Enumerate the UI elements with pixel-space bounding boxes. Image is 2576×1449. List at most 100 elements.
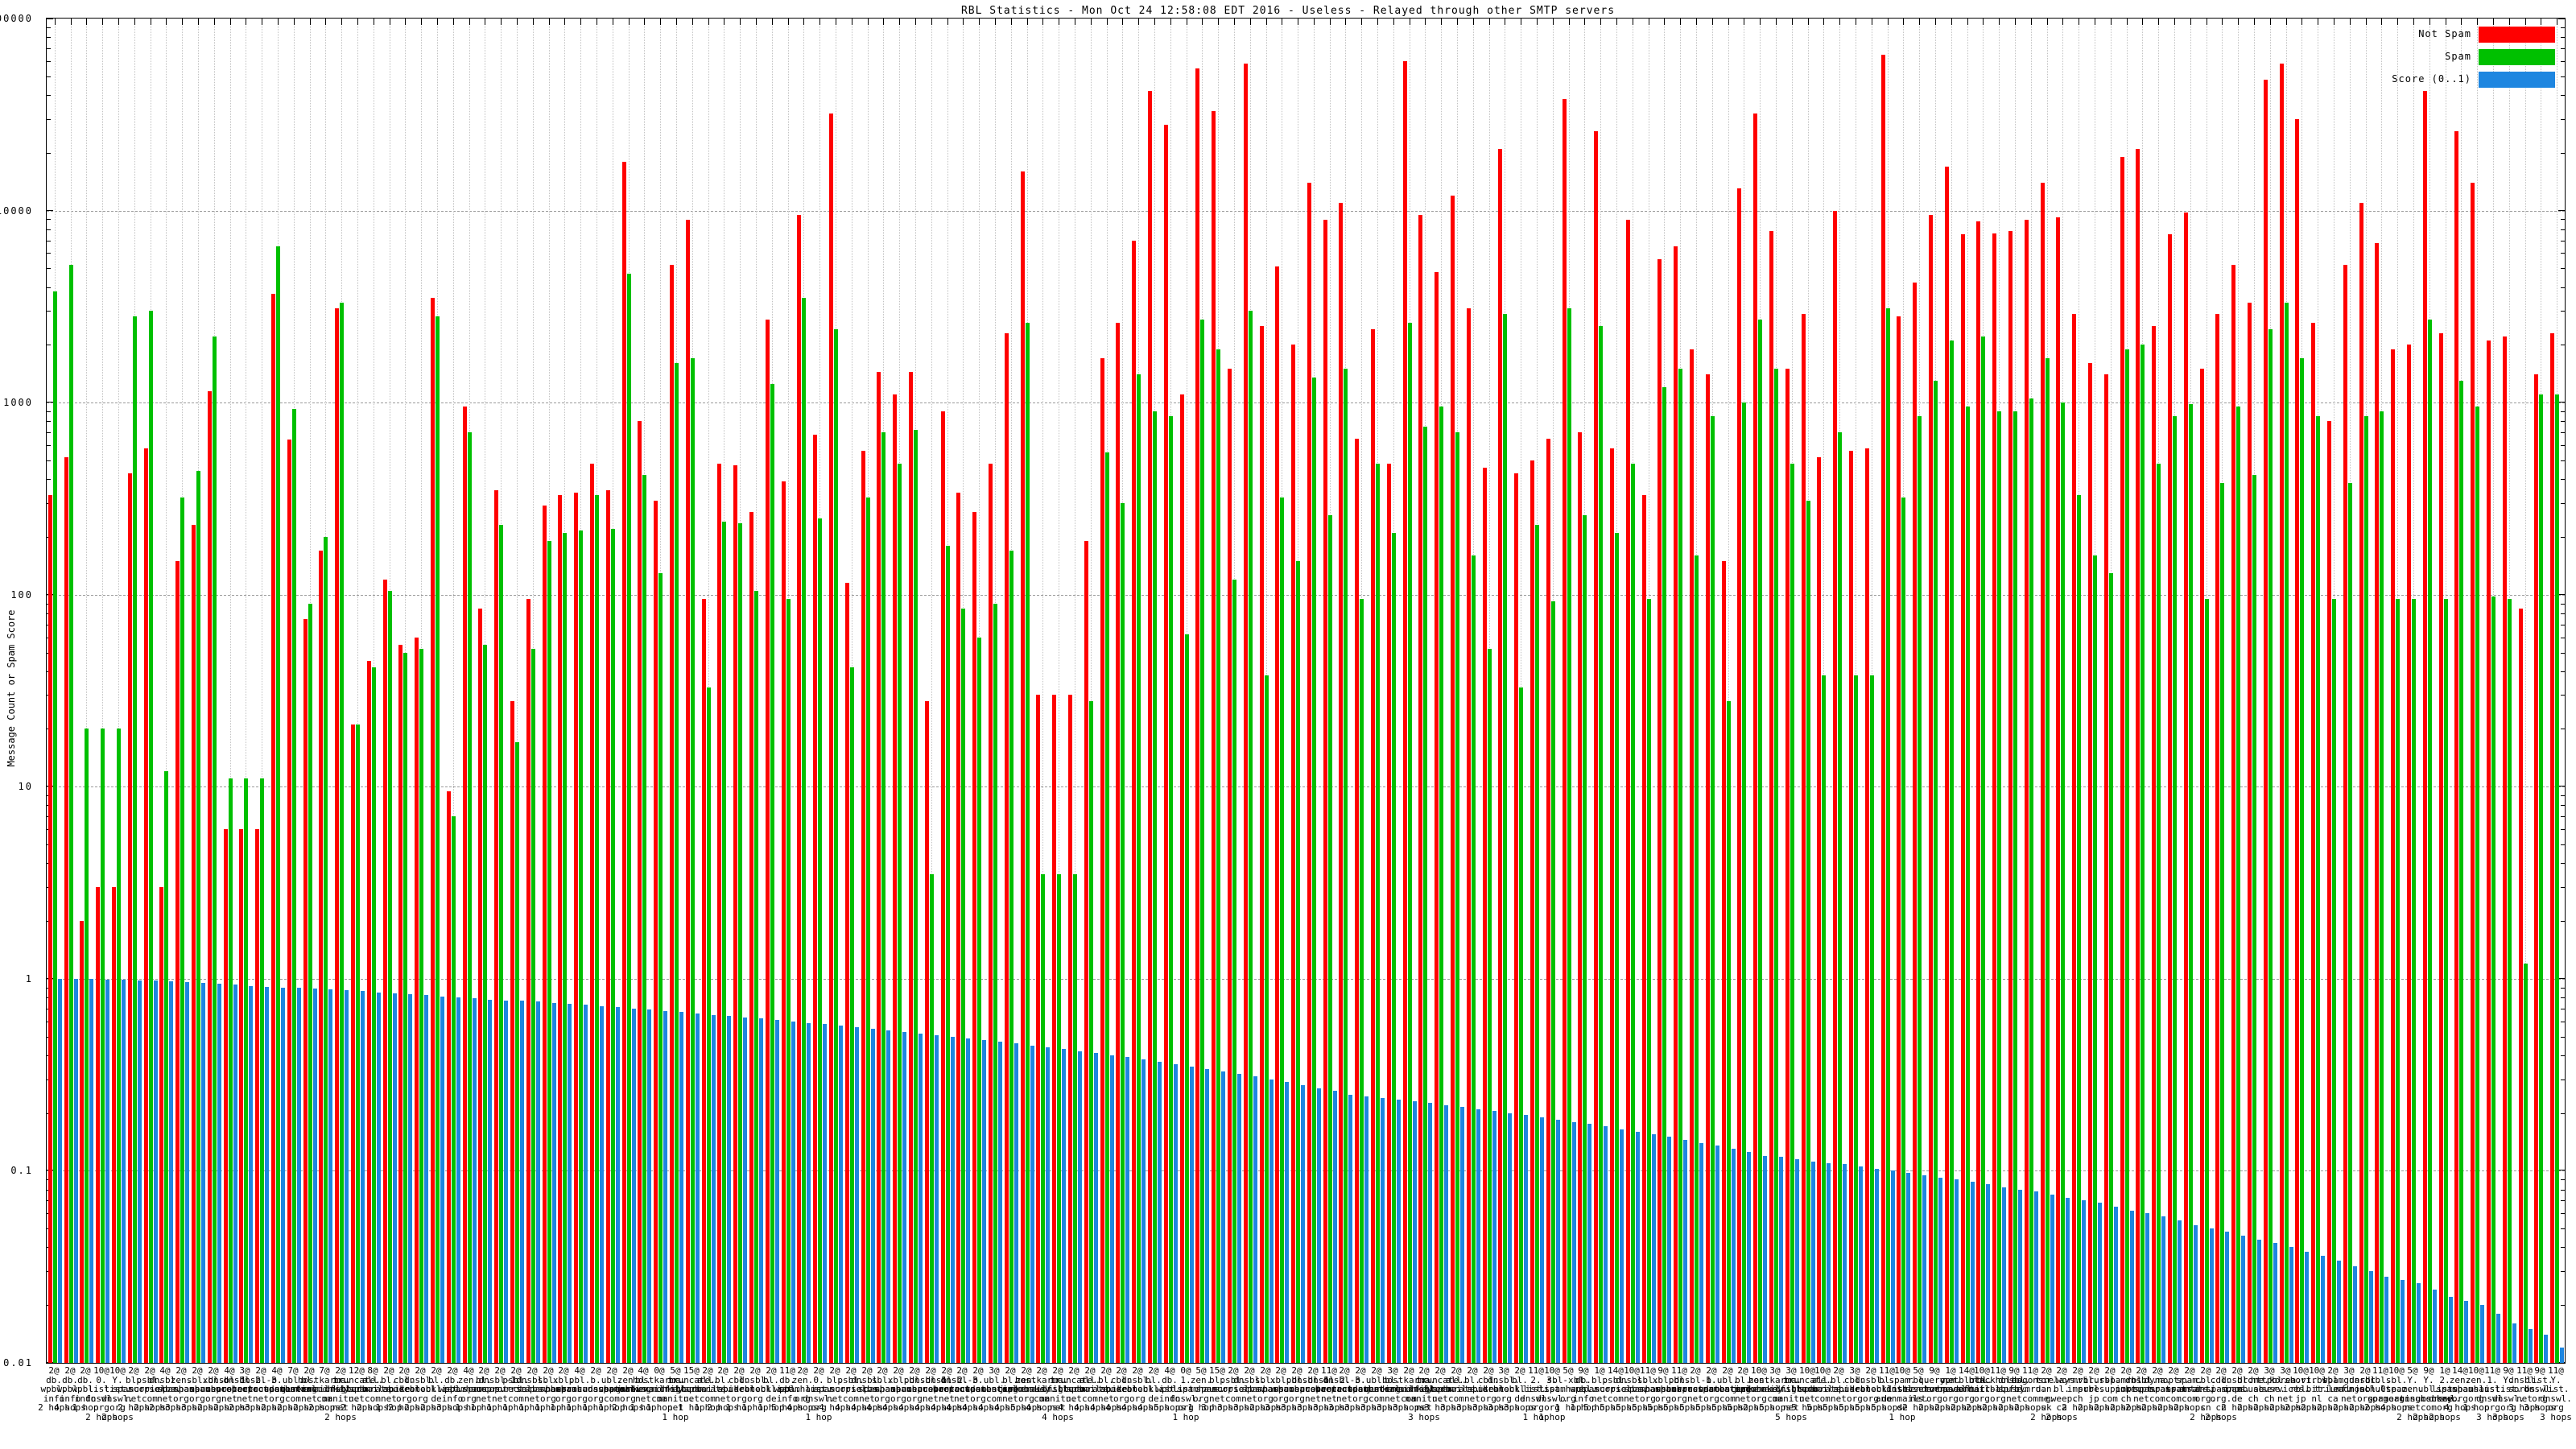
bar-score	[2449, 1297, 2453, 1363]
bar-score	[568, 1004, 572, 1363]
bar-not-spam	[782, 481, 786, 1363]
bar-score	[727, 1016, 731, 1363]
x-tick-top	[1888, 19, 1889, 25]
y-minor-tick-right	[2561, 253, 2565, 254]
bar-spam	[2539, 394, 2543, 1363]
bar-spam	[1472, 555, 1476, 1363]
bar-score	[2384, 1277, 2388, 1363]
bar-spam	[260, 778, 264, 1363]
bar-spam	[1026, 323, 1030, 1363]
bar-spam	[1200, 320, 1204, 1363]
bar-score	[1190, 1066, 1194, 1363]
bar-score	[1620, 1129, 1624, 1363]
x-tick-top	[1760, 19, 1761, 25]
bar-spam	[1439, 407, 1443, 1363]
y-minor-tick-right	[2561, 603, 2565, 605]
y-minor-tick-left	[47, 47, 51, 49]
bar-score	[855, 1026, 859, 1363]
bar-score	[1046, 1046, 1050, 1363]
x-tick-top	[660, 19, 661, 25]
x-tick-top	[1616, 19, 1617, 25]
bar-not-spam	[1100, 358, 1104, 1363]
bar-score	[313, 988, 317, 1363]
bar-score	[1413, 1101, 1417, 1363]
x-tick-top	[1903, 19, 1904, 25]
bar-score	[2050, 1195, 2054, 1363]
bar-not-spam	[1674, 246, 1678, 1363]
x-tick-top	[2031, 19, 2032, 25]
bar-score	[1859, 1166, 1863, 1363]
bar-score	[951, 1036, 955, 1363]
x-tick-top	[1919, 19, 1920, 25]
x-tick-top	[2222, 19, 2223, 25]
bar-not-spam	[1897, 316, 1901, 1363]
bar-spam	[1790, 464, 1794, 1363]
y-minor-tick-right	[2561, 1200, 2565, 1202]
bar-score	[456, 997, 460, 1363]
y-minor-tick-right	[2561, 479, 2565, 481]
y-minor-tick-right	[2561, 1271, 2565, 1273]
bar-spam	[930, 874, 934, 1363]
bar-score	[647, 1009, 651, 1363]
x-tick-top	[1839, 19, 1840, 25]
legend-item-not-spam: Not Spam	[2272, 27, 2562, 43]
bar-score	[217, 984, 221, 1363]
x-tick-top	[453, 19, 454, 25]
y-tick-label: 1	[25, 972, 33, 985]
bar-score	[1604, 1126, 1608, 1363]
bar-not-spam	[1722, 560, 1726, 1363]
legend-item-spam: Spam	[2272, 49, 2562, 65]
bar-not-spam	[1563, 99, 1567, 1363]
bar-score	[696, 1013, 700, 1363]
bar-spam	[1806, 500, 1810, 1363]
bar-spam	[1631, 464, 1635, 1363]
y-minor-tick-right	[2561, 1228, 2565, 1230]
bar-not-spam	[1833, 210, 1837, 1363]
bar-spam	[1488, 649, 1492, 1363]
x-tick-top	[214, 19, 215, 25]
bar-score	[1747, 1152, 1751, 1363]
bar-not-spam	[1323, 219, 1327, 1363]
bar-spam	[1901, 497, 1905, 1363]
bar-not-spam	[208, 390, 212, 1363]
bar-score	[2480, 1305, 2484, 1363]
x-tick-top	[134, 19, 135, 25]
bar-score	[2529, 1329, 2533, 1363]
bar-spam	[1185, 634, 1189, 1363]
bar-not-spam	[2088, 363, 2092, 1363]
y-minor-tick-right	[2561, 421, 2565, 423]
bar-spam	[818, 518, 822, 1363]
bar-score	[1381, 1097, 1385, 1363]
bar-spam	[2524, 963, 2528, 1363]
y-minor-tick-left	[47, 240, 51, 242]
x-tick-top	[2413, 19, 2414, 25]
bar-score	[823, 1024, 827, 1363]
bar-score	[536, 1001, 540, 1363]
bar-not-spam	[1387, 464, 1391, 1363]
bar-score	[902, 1031, 906, 1363]
x-tick-top	[1218, 19, 1219, 25]
bar-spam	[2459, 380, 2463, 1363]
x-tick-top	[1935, 19, 1936, 25]
bar-not-spam	[1945, 166, 1949, 1363]
bar-spam	[658, 572, 663, 1363]
y-minor-tick-left	[47, 311, 51, 312]
x-tick-top	[517, 19, 518, 25]
x-tick-top	[182, 19, 183, 25]
bar-spam	[1455, 432, 1459, 1363]
bar-score	[1269, 1079, 1274, 1363]
bar-not-spam	[128, 473, 132, 1363]
bar-spam	[1918, 415, 1922, 1363]
bar-not-spam	[1212, 110, 1216, 1363]
bar-score	[935, 1034, 939, 1363]
x-tick-top	[947, 19, 948, 25]
bar-score	[1779, 1157, 1783, 1363]
y-minor-tick-right	[2561, 445, 2565, 447]
bar-not-spam	[510, 700, 514, 1363]
bar-score	[1875, 1169, 1879, 1363]
bar-score	[1205, 1068, 1209, 1363]
y-minor-tick-right	[2561, 829, 2565, 831]
bar-spam	[164, 771, 168, 1363]
bar-not-spam	[1530, 460, 1534, 1363]
x-tick-top	[55, 19, 56, 25]
